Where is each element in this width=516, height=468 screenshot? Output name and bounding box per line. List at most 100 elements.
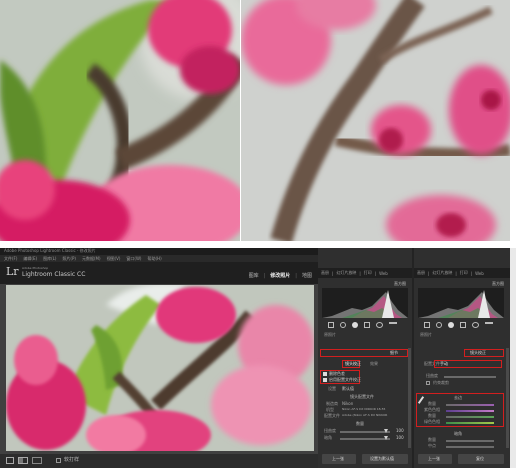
prev-button[interactable]: 上一张 — [322, 454, 356, 464]
window-title: Adobe Photoshop Lightroom Classic - 修改照片 — [4, 248, 96, 253]
original-photo-label: 原照片 — [420, 332, 432, 337]
enable-profile-checkbox[interactable] — [323, 378, 327, 382]
graduated-filter-icon[interactable] — [364, 322, 370, 328]
lightroom-logo: Lr — [6, 265, 19, 278]
right-edge-strip — [510, 248, 516, 468]
softproof-label: 软打样 — [64, 457, 80, 463]
module-web[interactable]: Web — [475, 271, 484, 276]
reset-button[interactable]: 复位 — [458, 454, 504, 464]
tab-effects[interactable]: 效果 — [370, 362, 378, 366]
remove-ca-label: 删除色差 — [329, 371, 345, 376]
setup-value[interactable]: 默认值 — [342, 387, 354, 391]
blossom-branch-image-right — [241, 0, 510, 241]
menu-item-library[interactable]: 图库(L) — [43, 256, 56, 262]
softproof-checkbox[interactable] — [56, 458, 61, 463]
spot-removal-icon[interactable] — [436, 322, 442, 328]
top-right-photo-zoomed — [241, 0, 510, 241]
prev-button[interactable]: 上一张 — [418, 454, 452, 464]
radial-filter-icon[interactable] — [376, 322, 383, 328]
module-separator: | — [359, 270, 361, 276]
develop-panel-b: 画册 | 幻灯片放映 | 打印 | Web 直方图 原照片 镜头校正 配置文件 … — [414, 248, 510, 468]
redeye-icon[interactable] — [448, 322, 454, 328]
ya-icon[interactable] — [32, 457, 42, 464]
module-book[interactable]: 画册 — [321, 270, 329, 276]
module-separator: | — [295, 272, 297, 279]
section-header-detail[interactable]: 细节 — [390, 351, 398, 355]
top-left-photo-zoomed — [0, 0, 240, 241]
crop-tool-icon[interactable] — [328, 322, 334, 328]
constraint-crop-label: 约束裁剪 — [433, 380, 449, 385]
adjustment-brush-icon[interactable] — [389, 322, 397, 324]
blossom-main-image — [6, 285, 314, 451]
adjustment-brush-icon[interactable] — [485, 322, 493, 324]
module-slideshow[interactable]: 幻灯片放映 — [336, 270, 356, 276]
module-slideshow[interactable]: 幻灯片放映 — [432, 270, 452, 276]
menu-item-view[interactable]: 视图(V) — [107, 256, 121, 262]
develop-panel-a: 画册 | 幻灯片放映 | 打印 | Web 直方图 原照片 细节 镜头校正 效果… — [318, 248, 412, 468]
green-amount-label: 数量 — [428, 413, 436, 418]
vignetting-value: 100 — [396, 435, 404, 440]
before-after-icon[interactable] — [18, 457, 28, 464]
set-default-button[interactable]: 设置为默认值 — [362, 454, 408, 464]
tool-strip — [418, 320, 504, 330]
distortion-slider[interactable] — [444, 376, 496, 378]
distortion-slider-knob[interactable] — [384, 429, 388, 433]
loupe-view-icon[interactable] — [6, 457, 14, 464]
spot-removal-icon[interactable] — [340, 322, 346, 328]
menu-item-window[interactable]: 窗口(W) — [126, 256, 141, 262]
vignetting-slider[interactable] — [340, 438, 390, 440]
menu-item-file[interactable]: 文件(F) — [4, 256, 17, 262]
purple-hue-label: 紫色色相 — [424, 407, 440, 412]
distortion-slider[interactable] — [340, 431, 390, 433]
green-amount-slider[interactable] — [446, 416, 494, 418]
module-picker-left: 图库 | 修改照片 | 地图 — [249, 272, 312, 280]
section-header-lens-correction[interactable]: 镜头校正 — [470, 351, 486, 355]
constraint-checkbox[interactable] — [426, 381, 430, 385]
remove-ca-checkbox[interactable] — [323, 372, 327, 376]
menu-bar: 文件(F) 编辑(E) 图库(L) 照片(P) 元数据(M) 视图(V) 窗口(… — [0, 255, 318, 262]
menu-item-help[interactable]: 帮助(H) — [148, 256, 162, 262]
crop-tool-icon[interactable] — [424, 322, 430, 328]
profile-value[interactable]: Adobe (Nikon AF-S DX NIKKOR — [342, 414, 387, 417]
purple-amount-slider[interactable] — [446, 404, 494, 406]
make-value[interactable]: Nikon — [342, 402, 353, 406]
logo-small-text: Adobe Photoshop — [22, 266, 49, 270]
green-hue-slider[interactable] — [446, 422, 494, 424]
module-map[interactable]: 地图 — [302, 272, 312, 279]
panel-b-scrollbar[interactable] — [506, 348, 509, 448]
panel-a-scrollbar[interactable] — [408, 348, 411, 448]
radial-filter-icon[interactable] — [472, 322, 479, 328]
tab-lens-profile[interactable]: 镜头校正 — [345, 362, 361, 366]
histogram-title[interactable]: 直方图 — [394, 282, 406, 286]
menu-item-edit[interactable]: 编辑(E) — [23, 256, 37, 262]
tab-manual[interactable]: 手动 — [440, 362, 448, 366]
lightroom-window: Adobe Photoshop Lightroom Classic - 修改照片… — [0, 248, 516, 468]
original-photo-label: 原照片 — [324, 332, 336, 337]
purple-hue-slider[interactable] — [446, 410, 494, 412]
module-separator: | — [455, 270, 457, 276]
logo-product-name: Lightroom Classic CC — [22, 271, 86, 278]
histogram — [322, 288, 408, 318]
module-separator: | — [263, 272, 266, 279]
menu-item-photo[interactable]: 照片(P) — [62, 256, 76, 262]
module-library[interactable]: 图库 — [249, 272, 259, 279]
redeye-icon[interactable] — [352, 322, 358, 328]
module-separator: | — [332, 270, 334, 276]
module-web[interactable]: Web — [379, 271, 388, 276]
graduated-filter-icon[interactable] — [460, 322, 466, 328]
amount-title: 数量 — [356, 421, 364, 426]
profile-label: 配置文件 — [324, 413, 340, 418]
module-separator: | — [470, 270, 473, 276]
module-print[interactable]: 打印 — [460, 270, 468, 276]
vig-amount-slider[interactable] — [446, 440, 494, 442]
menu-item-metadata[interactable]: 元数据(M) — [82, 256, 101, 262]
histogram-title[interactable]: 直方图 — [492, 282, 504, 286]
model-value[interactable]: Nikon AF-S DX NIKKOR 18-55 — [342, 408, 385, 411]
vignetting-slider-knob[interactable] — [384, 436, 388, 440]
vignetting-label: 暗角 — [324, 435, 332, 440]
module-book[interactable]: 画册 — [417, 270, 425, 276]
vig-mid-slider[interactable] — [446, 446, 494, 448]
module-develop[interactable]: 修改照片 — [270, 272, 290, 279]
module-print[interactable]: 打印 — [364, 270, 372, 276]
module-picker-right-a: 画册 | 幻灯片放映 | 打印 | Web — [318, 268, 412, 278]
